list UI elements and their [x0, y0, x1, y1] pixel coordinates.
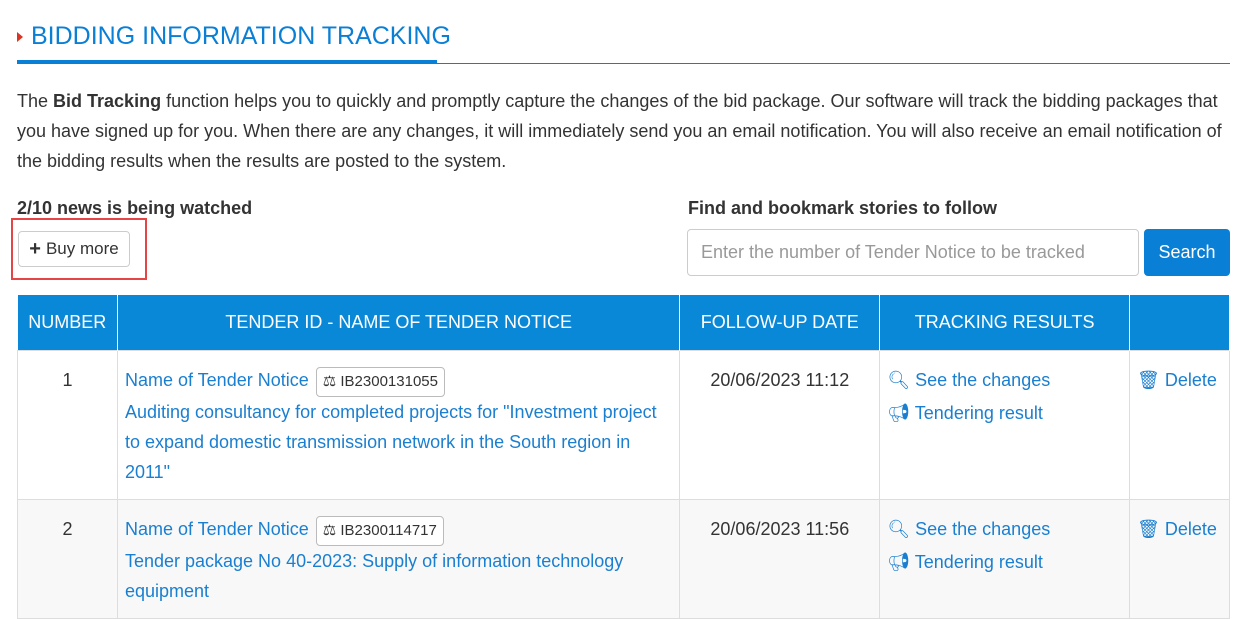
header-number: NUMBER: [17, 295, 118, 350]
search-button[interactable]: Search: [1144, 229, 1230, 276]
search-icon: 🔍︎: [887, 518, 911, 539]
table-row: 1 Name of Tender Notice ⚖ IB2300131055 Au…: [17, 349, 1230, 500]
search-icon: 🔍︎: [887, 369, 911, 390]
trash-icon: 🗑︎: [1137, 518, 1160, 539]
find-label: Find and bookmark stories to follow: [688, 198, 998, 218]
tender-id-badge: ⚖ IB2300131055: [315, 366, 445, 397]
follow-up-date: 20/06/2023 11:56: [679, 498, 881, 619]
see-changes-link[interactable]: 🔍︎ See the changes: [887, 511, 1122, 547]
divider: [437, 63, 1230, 64]
page-title: BIDDING INFORMATION TRACKING: [17, 22, 451, 51]
tendering-result-link[interactable]: 📢︎ Tendering result: [887, 395, 1122, 431]
tender-id-badge: ⚖ IB2300114717: [315, 515, 444, 546]
megaphone-icon: 📢︎: [887, 551, 911, 572]
tender-name-link[interactable]: Name of Tender Notice: [125, 519, 309, 539]
tender-title-link[interactable]: Tender package No 40-2023: Supply of inf…: [125, 551, 623, 601]
description: The Bid Tracking function helps you to q…: [17, 91, 1222, 171]
search-input[interactable]: [687, 229, 1139, 276]
gavel-icon: ⚖: [322, 372, 337, 390]
header-tender: TENDER ID - NAME OF TENDER NOTICE: [117, 295, 681, 350]
buy-more-button[interactable]: + Buy more: [18, 231, 130, 267]
header-date: FOLLOW-UP DATE: [679, 295, 881, 350]
trash-icon: 🗑︎: [1137, 369, 1160, 390]
see-changes-link[interactable]: 🔍︎ See the changes: [887, 362, 1122, 398]
table-row: 2 Name of Tender Notice ⚖ IB2300114717 Te…: [17, 498, 1230, 619]
follow-up-date: 20/06/2023 11:12: [679, 349, 881, 500]
tracking-table: NUMBER TENDER ID - NAME OF TENDER NOTICE…: [17, 295, 1230, 619]
megaphone-icon: 📢︎: [887, 402, 911, 423]
delete-link[interactable]: 🗑︎ Delete: [1137, 362, 1222, 398]
tender-name-link[interactable]: Name of Tender Notice: [125, 370, 309, 390]
tender-title-link[interactable]: Auditing consultancy for completed proje…: [125, 402, 657, 482]
watched-count: 2/10 news is being watched: [17, 198, 253, 218]
caret-right-icon: [17, 32, 23, 43]
plus-icon: +: [29, 237, 41, 260]
gavel-icon: ⚖: [322, 521, 337, 539]
header-actions: [1129, 295, 1230, 350]
tendering-result-link[interactable]: 📢︎ Tendering result: [887, 544, 1122, 580]
header-results: TRACKING RESULTS: [879, 295, 1131, 350]
delete-link[interactable]: 🗑︎ Delete: [1137, 511, 1222, 547]
row-number: 1: [17, 349, 118, 500]
title-underline: [17, 60, 437, 64]
row-number: 2: [17, 498, 118, 619]
